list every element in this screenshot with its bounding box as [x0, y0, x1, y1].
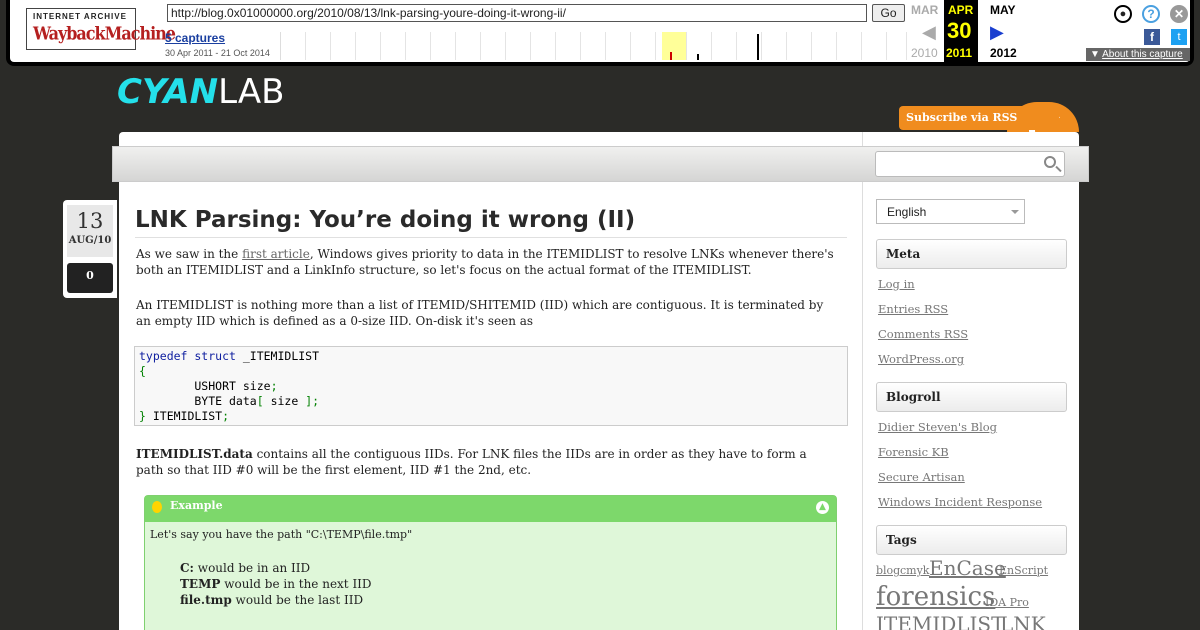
comment-count[interactable]: 0 [67, 263, 113, 293]
blogroll-link[interactable]: Forensic KB [878, 445, 949, 459]
current-day: 30 [947, 18, 972, 43]
about-capture-button[interactable]: ▼ About this capture [1086, 48, 1190, 61]
collapse-icon[interactable]: ▲ [816, 501, 829, 514]
example-item-bold: C: [180, 561, 194, 575]
paragraph-2: An ITEMIDLIST is nothing more than a lis… [136, 298, 824, 328]
rss-subscribe[interactable]: Subscribe via RSS [899, 102, 1079, 132]
user-icon[interactable]: ● [1114, 5, 1132, 23]
prev-year[interactable]: 2010 [911, 46, 938, 60]
post-title[interactable]: LNK Parsing: You’re doing it wrong (II) [135, 207, 847, 238]
capture-sparkline[interactable] [280, 32, 907, 60]
code-line-3: USHORT size [139, 379, 271, 393]
code-line-3-semi: ; [270, 379, 278, 393]
twitter-icon[interactable]: t [1171, 29, 1187, 45]
code-line-5-brace: } [139, 409, 146, 423]
meta-widget-title: Meta [876, 239, 1067, 269]
example-item-bold: TEMP [180, 577, 221, 591]
tag-link[interactable]: forensics [876, 582, 995, 612]
url-input[interactable]: http://blog.0x01000000.org/2010/08/13/ln… [167, 4, 867, 22]
next-year[interactable]: 2012 [990, 46, 1017, 60]
first-article-link[interactable]: first article [242, 247, 310, 261]
language-select[interactable]: English [876, 199, 1025, 224]
wayback-logo[interactable]: INTERNET ARCHIVE WaybackMachine [26, 8, 176, 50]
tag-link[interactable]: cmyk [900, 564, 929, 577]
blogroll-widget-title: Blogroll [876, 382, 1067, 412]
site-logo[interactable]: CYANLAB [117, 72, 284, 112]
p3-bold: ITEMIDLIST.data [136, 447, 253, 461]
tag-link[interactable]: LNK [1000, 612, 1046, 630]
example-header: Example [145, 496, 836, 522]
language-value: English [887, 205, 927, 219]
tag-link[interactable]: EnCase [929, 556, 1006, 580]
code-line-5-semi: ; [222, 409, 230, 423]
blogroll-link[interactable]: Didier Steven's Blog [878, 420, 997, 434]
logo-lab: LAB [218, 72, 285, 112]
search-input[interactable] [875, 151, 1065, 177]
example-box: Example ▲ Let's say you have the path "C… [144, 495, 837, 630]
current-year: 2011 [946, 46, 973, 60]
code-line-1: _ITEMIDLIST [235, 349, 320, 363]
code-line-2: { [139, 364, 146, 378]
code-line-4-size: size [263, 394, 306, 408]
lightbulb-icon [152, 501, 162, 513]
meta-link-login[interactable]: Log in [878, 277, 915, 291]
example-title: Example [170, 499, 223, 512]
code-block: typedef struct _ITEMIDLIST { USHORT size… [134, 346, 848, 426]
paragraph-3: ITEMIDLIST.data contains all the contigu… [136, 446, 836, 478]
code-keyword: typedef struct [139, 349, 236, 363]
next-arrow-icon[interactable]: ▶ [990, 22, 1004, 43]
example-item-text: would be the last IID [231, 593, 364, 607]
blogroll-link[interactable]: Secure Artisan [878, 470, 965, 484]
tag-link[interactable]: ITEMIDLIST [876, 612, 1004, 630]
prev-month[interactable]: MAR [911, 3, 938, 17]
help-icon[interactable]: ? [1142, 5, 1160, 23]
code-line-4: BYTE data [139, 394, 257, 408]
example-item: C: would be in an IID [180, 561, 310, 575]
wayback-logo-top: INTERNET ARCHIVE [33, 12, 127, 21]
tag-link[interactable]: EnScript [999, 564, 1048, 577]
prev-arrow-icon[interactable]: ◀ [922, 22, 936, 43]
meta-link-comments-rss[interactable]: Comments RSS [878, 327, 968, 341]
example-intro: Let's say you have the path "C:\TEMP\fil… [150, 528, 413, 541]
current-month: APR [948, 3, 974, 17]
wayback-toolbar: INTERNET ARCHIVE WaybackMachine http://b… [6, 0, 1194, 66]
wayback-logo-bottom: WaybackMachine [33, 23, 176, 44]
p1-text-a: As we saw in the [136, 247, 243, 261]
current-capture: APR 30 2011 [944, 0, 978, 62]
example-item-text: would be in an IID [193, 561, 311, 575]
chevron-down-icon [1011, 210, 1019, 218]
go-button[interactable]: Go [872, 4, 905, 22]
code-line-5: ITEMIDLIST [145, 409, 223, 423]
facebook-icon[interactable]: f [1144, 29, 1160, 45]
next-month[interactable]: MAY [990, 3, 1016, 17]
search-icon[interactable] [1044, 156, 1056, 168]
about-capture-label: About this capture [1102, 49, 1183, 60]
example-item-text: would be in the next IID [220, 577, 372, 591]
meta-link-wordpress[interactable]: WordPress.org [878, 352, 964, 366]
rss-label: Subscribe via RSS [899, 106, 1059, 130]
post-day: 13 [76, 209, 104, 233]
tag-link[interactable]: blog [876, 564, 900, 577]
blogroll-link[interactable]: Windows Incident Response [878, 495, 1042, 509]
column-divider [862, 132, 863, 630]
logo-cyan: CYAN [117, 72, 219, 112]
example-item: file.tmp would be the last IID [180, 593, 363, 607]
example-item-bold: file.tmp [180, 593, 232, 607]
example-item: TEMP would be in the next IID [180, 577, 372, 591]
code-line-4-close: ]; [305, 394, 320, 408]
capture-range: 30 Apr 2011 - 21 Oct 2014 [165, 48, 270, 58]
tags-widget-title: Tags [876, 525, 1067, 555]
captures-link[interactable]: 5 captures [165, 31, 225, 45]
paragraph-1: As we saw in the first article, Windows … [136, 246, 836, 278]
post-date: 13 AUG/10 0 [63, 200, 117, 298]
meta-link-entries-rss[interactable]: Entries RSS [878, 302, 948, 316]
tag-link[interactable]: IDA Pro [985, 596, 1029, 609]
close-icon[interactable]: ✕ [1170, 5, 1188, 23]
month-navigator: MAR ◀ 2010 APR 30 2011 MAY ▶ 2012 [908, 0, 1084, 62]
post-month: AUG/10 [68, 235, 112, 246]
code-line-4-open: [ [256, 394, 264, 408]
